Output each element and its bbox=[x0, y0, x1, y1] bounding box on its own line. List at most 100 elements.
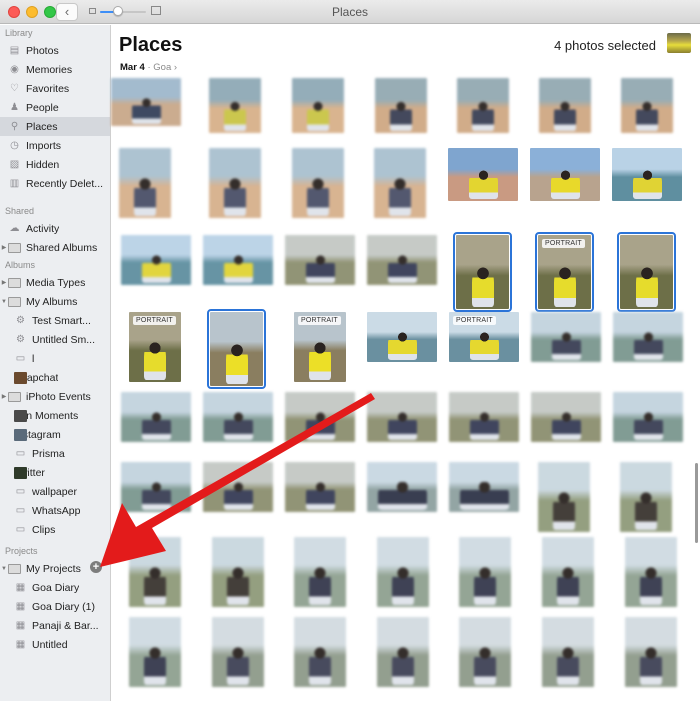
sidebar-item-my-albums[interactable]: ▼ My Albums bbox=[0, 292, 110, 311]
photo-thumbnail[interactable]: PORTRAIT bbox=[129, 312, 181, 382]
sidebar-item-photos[interactable]: ▤ Photos bbox=[0, 41, 110, 60]
photo-thumbnail[interactable] bbox=[285, 462, 355, 512]
photo-thumbnail[interactable] bbox=[294, 537, 346, 607]
sidebar-item-twitter[interactable]: Twitter bbox=[0, 463, 110, 482]
photo-thumbnail[interactable] bbox=[367, 462, 437, 512]
sidebar-item-goa-diary[interactable]: ▦ Goa Diary bbox=[0, 578, 110, 597]
sidebar-item-memories[interactable]: ◉ Memories bbox=[0, 60, 110, 79]
photo-thumbnail[interactable] bbox=[542, 617, 594, 687]
photo-thumbnail[interactable] bbox=[121, 235, 191, 285]
photo-thumbnail[interactable] bbox=[531, 392, 601, 442]
photo-thumbnail[interactable] bbox=[367, 312, 437, 362]
disclosure-expanded-icon[interactable]: ▼ bbox=[0, 299, 8, 305]
photo-thumbnail[interactable] bbox=[294, 617, 346, 687]
sidebar-item-hidden[interactable]: ▨ Hidden bbox=[0, 155, 110, 174]
photo-thumbnail[interactable] bbox=[457, 78, 509, 133]
photo-thumbnail[interactable] bbox=[209, 148, 261, 218]
photo-thumbnail[interactable] bbox=[613, 392, 683, 442]
disclosure-collapsed-icon[interactable]: ▶ bbox=[0, 244, 8, 251]
sidebar-section-heading: Shared bbox=[5, 206, 35, 216]
photo-thumbnail[interactable] bbox=[621, 78, 673, 133]
sidebar-item-untitled[interactable]: ▦ Untitled bbox=[0, 635, 110, 654]
photo-thumbnail[interactable] bbox=[129, 617, 181, 687]
selection-preview-thumbnail[interactable] bbox=[667, 33, 691, 53]
photo-subject bbox=[132, 98, 161, 124]
photo-thumbnail[interactable] bbox=[459, 537, 511, 607]
moment-location-link[interactable]: Goa bbox=[153, 62, 171, 73]
photo-thumbnail[interactable] bbox=[111, 78, 181, 126]
photo-thumbnail[interactable] bbox=[285, 235, 355, 285]
photo-thumbnail[interactable] bbox=[129, 537, 181, 607]
sidebar-item-l[interactable]: ▭ l bbox=[0, 349, 110, 368]
photo-thumbnail[interactable] bbox=[530, 148, 600, 201]
photo-thumbnail[interactable] bbox=[367, 235, 437, 285]
photo-thumbnail[interactable] bbox=[620, 462, 672, 532]
sidebar-item-fun-moments[interactable]: Fun Moments bbox=[0, 406, 110, 425]
photo-thumbnail[interactable] bbox=[121, 392, 191, 442]
sidebar-item-snapchat[interactable]: Snapchat bbox=[0, 368, 110, 387]
photo-thumbnail[interactable] bbox=[531, 312, 601, 362]
sidebar-item-wallpaper[interactable]: ▭ wallpaper bbox=[0, 482, 110, 501]
sidebar-item-clips[interactable]: ▭ Clips bbox=[0, 520, 110, 539]
photo-thumbnail[interactable] bbox=[212, 537, 264, 607]
photo-thumbnail[interactable]: PORTRAIT bbox=[535, 232, 594, 312]
photo-thumbnail[interactable] bbox=[459, 617, 511, 687]
disclosure-collapsed-icon[interactable]: ▶ bbox=[0, 279, 8, 286]
chevron-right-icon[interactable]: › bbox=[174, 62, 177, 73]
photo-thumbnail[interactable] bbox=[203, 462, 273, 512]
photo-thumbnail[interactable] bbox=[449, 462, 519, 512]
photo-thumbnail[interactable] bbox=[292, 78, 344, 133]
photo-thumbnail[interactable] bbox=[453, 232, 512, 312]
sidebar-item-instagram[interactable]: Instagram bbox=[0, 425, 110, 444]
photo-thumbnail[interactable] bbox=[203, 235, 273, 285]
photo-thumbnail[interactable] bbox=[119, 148, 171, 218]
photo-thumbnail[interactable] bbox=[377, 617, 429, 687]
vertical-scrollbar[interactable] bbox=[695, 463, 698, 543]
sidebar-item-recently-delet[interactable]: ▥ Recently Delet... bbox=[0, 174, 110, 193]
photo-thumbnail[interactable] bbox=[613, 312, 683, 362]
photo-subject bbox=[142, 482, 171, 510]
sidebar-item-shared-albums[interactable]: ▶ Shared Albums bbox=[0, 238, 110, 257]
photo-subject bbox=[224, 177, 246, 216]
sidebar-item-panaji-bar[interactable]: ▦ Panaji & Bar... bbox=[0, 616, 110, 635]
photo-thumbnail[interactable] bbox=[374, 148, 426, 218]
photo-thumbnail[interactable] bbox=[375, 78, 427, 133]
photo-thumbnail[interactable] bbox=[538, 462, 590, 532]
add-project-button[interactable]: + bbox=[90, 561, 102, 573]
photo-thumbnail[interactable] bbox=[207, 309, 266, 389]
sidebar-item-test-smart[interactable]: ⚙ Test Smart... bbox=[0, 311, 110, 330]
sidebar-item-activity[interactable]: ☁ Activity bbox=[0, 219, 110, 238]
photo-thumbnail[interactable] bbox=[617, 232, 676, 312]
photo-thumbnail[interactable] bbox=[542, 537, 594, 607]
sidebar-item-iphoto-events[interactable]: ▶ iPhoto Events bbox=[0, 387, 110, 406]
photo-thumbnail[interactable]: PORTRAIT bbox=[294, 312, 346, 382]
sidebar-item-whatsapp[interactable]: ▭ WhatsApp bbox=[0, 501, 110, 520]
disclosure-collapsed-icon[interactable]: ▶ bbox=[0, 393, 8, 400]
sidebar-item-goa-diary-1[interactable]: ▦ Goa Diary (1) bbox=[0, 597, 110, 616]
sidebar-item-imports[interactable]: ◷ Imports bbox=[0, 136, 110, 155]
sidebar-item-media-types[interactable]: ▶ Media Types bbox=[0, 273, 110, 292]
photo-thumbnail[interactable] bbox=[212, 617, 264, 687]
photo-thumbnail[interactable] bbox=[367, 392, 437, 442]
photo-thumbnail[interactable] bbox=[121, 462, 191, 512]
photo-thumbnail[interactable] bbox=[292, 148, 344, 218]
sidebar-item-people[interactable]: ♟ People bbox=[0, 98, 110, 117]
photo-thumbnail[interactable] bbox=[612, 148, 682, 201]
photo-thumbnail[interactable] bbox=[625, 617, 677, 687]
sidebar-item-favorites[interactable]: ♡ Favorites bbox=[0, 79, 110, 98]
sidebar-item-places[interactable]: ⚲ Places bbox=[0, 117, 110, 136]
photo-thumbnail[interactable] bbox=[625, 537, 677, 607]
photo-thumbnail[interactable] bbox=[209, 78, 261, 133]
photo-thumbnail[interactable]: PORTRAIT bbox=[449, 312, 519, 362]
sidebar-item-untitled-sm[interactable]: ⚙ Untitled Sm... bbox=[0, 330, 110, 349]
photo-thumbnail[interactable] bbox=[449, 392, 519, 442]
photo-thumbnail[interactable] bbox=[285, 392, 355, 442]
disclosure-expanded-icon[interactable]: ▼ bbox=[0, 566, 8, 572]
photo-thumbnail[interactable] bbox=[539, 78, 591, 133]
pin-icon: ⚲ bbox=[10, 121, 19, 132]
photo-thumbnail[interactable] bbox=[203, 392, 273, 442]
photo-thumbnail[interactable] bbox=[448, 148, 518, 201]
sidebar-item-prisma[interactable]: ▭ Prisma bbox=[0, 444, 110, 463]
photo-thumbnail[interactable] bbox=[377, 537, 429, 607]
sidebar-item-label: Clips bbox=[32, 523, 56, 536]
